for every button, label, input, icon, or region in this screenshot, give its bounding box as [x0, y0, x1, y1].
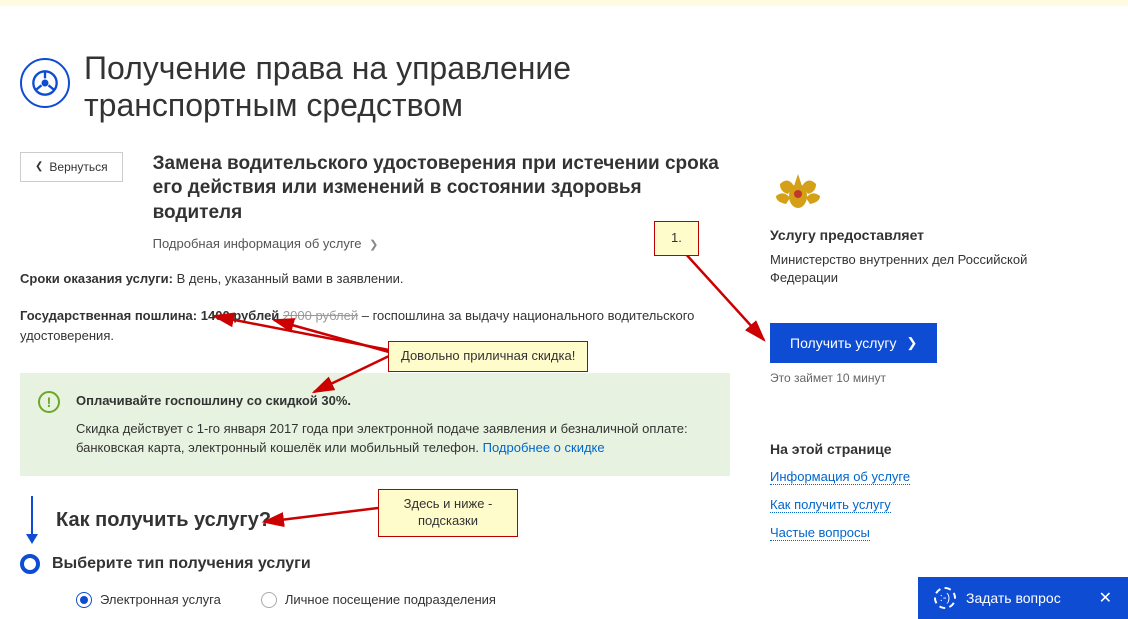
chevron-right-icon: ❯ — [369, 239, 378, 251]
details-link[interactable]: Подробная информация об услуге ❯ — [153, 236, 379, 251]
radio-electronic-label: Электронная услуга — [100, 592, 221, 607]
onpage-link-how[interactable]: Как получить услугу — [770, 497, 891, 513]
exclamation-icon: ! — [38, 391, 60, 413]
coat-of-arms-icon — [770, 170, 1030, 213]
close-icon[interactable]: ✕ — [1099, 588, 1112, 608]
fee-label: Государственная пошлина: — [20, 308, 197, 323]
top-stripe — [0, 0, 1128, 6]
chat-face-icon: :-) — [934, 587, 956, 609]
onpage-heading: На этой странице — [770, 441, 1030, 457]
radio-electronic[interactable]: Электронная услуга — [76, 592, 221, 608]
fee-old-price: 2000 рублей — [283, 308, 358, 323]
radio-personal[interactable]: Личное посещение подразделения — [261, 592, 496, 608]
discount-more-link[interactable]: Подробнее о скидке — [483, 440, 605, 455]
radio-personal-label: Личное посещение подразделения — [285, 592, 496, 607]
step-bullet — [20, 554, 40, 574]
discount-title: Оплачивайте госпошлину со скидкой 30%. — [76, 391, 712, 411]
annotation-step-1: 1. — [654, 221, 699, 256]
provider-name: Министерство внутренних дел Российской Ф… — [770, 251, 1030, 287]
back-button-label: Вернуться — [49, 160, 107, 174]
steering-wheel-icon — [20, 58, 70, 108]
onpage-link-faq[interactable]: Частые вопросы — [770, 525, 870, 541]
back-button[interactable]: ❮ Вернуться — [20, 152, 123, 182]
chevron-left-icon: ❮ — [35, 161, 43, 172]
chevron-right-icon: ❯ — [907, 335, 918, 351]
annotation-discount: Довольно приличная скидка! — [388, 341, 588, 372]
get-service-button[interactable]: Получить услугу ❯ — [770, 323, 937, 363]
cta-label: Получить услугу — [790, 335, 897, 351]
service-subtitle: Замена водительского удостоверения при и… — [153, 152, 730, 226]
onpage-link-info[interactable]: Информация об услуге — [770, 469, 910, 485]
ask-label: Задать вопрос — [966, 590, 1061, 606]
radio-icon — [261, 592, 277, 608]
timing-value: В день, указанный вами в заявлении. — [177, 271, 404, 286]
fee-price: 1400 рублей — [201, 308, 280, 323]
discount-panel: ! Оплачивайте госпошлину со скидкой 30%.… — [20, 373, 730, 476]
radio-icon — [76, 592, 92, 608]
timing-label: Сроки оказания услуги: — [20, 271, 173, 286]
page-title: Получение права на управление транспортн… — [84, 50, 730, 124]
timing-row: Сроки оказания услуги: В день, указанный… — [20, 269, 730, 289]
fee-row: Государственная пошлина: 1400 рублей 200… — [20, 306, 730, 345]
provider-label: Услугу предоставляет — [770, 227, 1030, 243]
annotation-hints: Здесь и ниже - подсказки — [378, 489, 518, 537]
eta-text: Это займет 10 минут — [770, 371, 1030, 385]
step1-title: Выберите тип получения услуги — [52, 555, 311, 573]
ask-question-bar[interactable]: :-) Задать вопрос ✕ — [918, 577, 1128, 619]
arrow-down-icon — [22, 496, 42, 544]
